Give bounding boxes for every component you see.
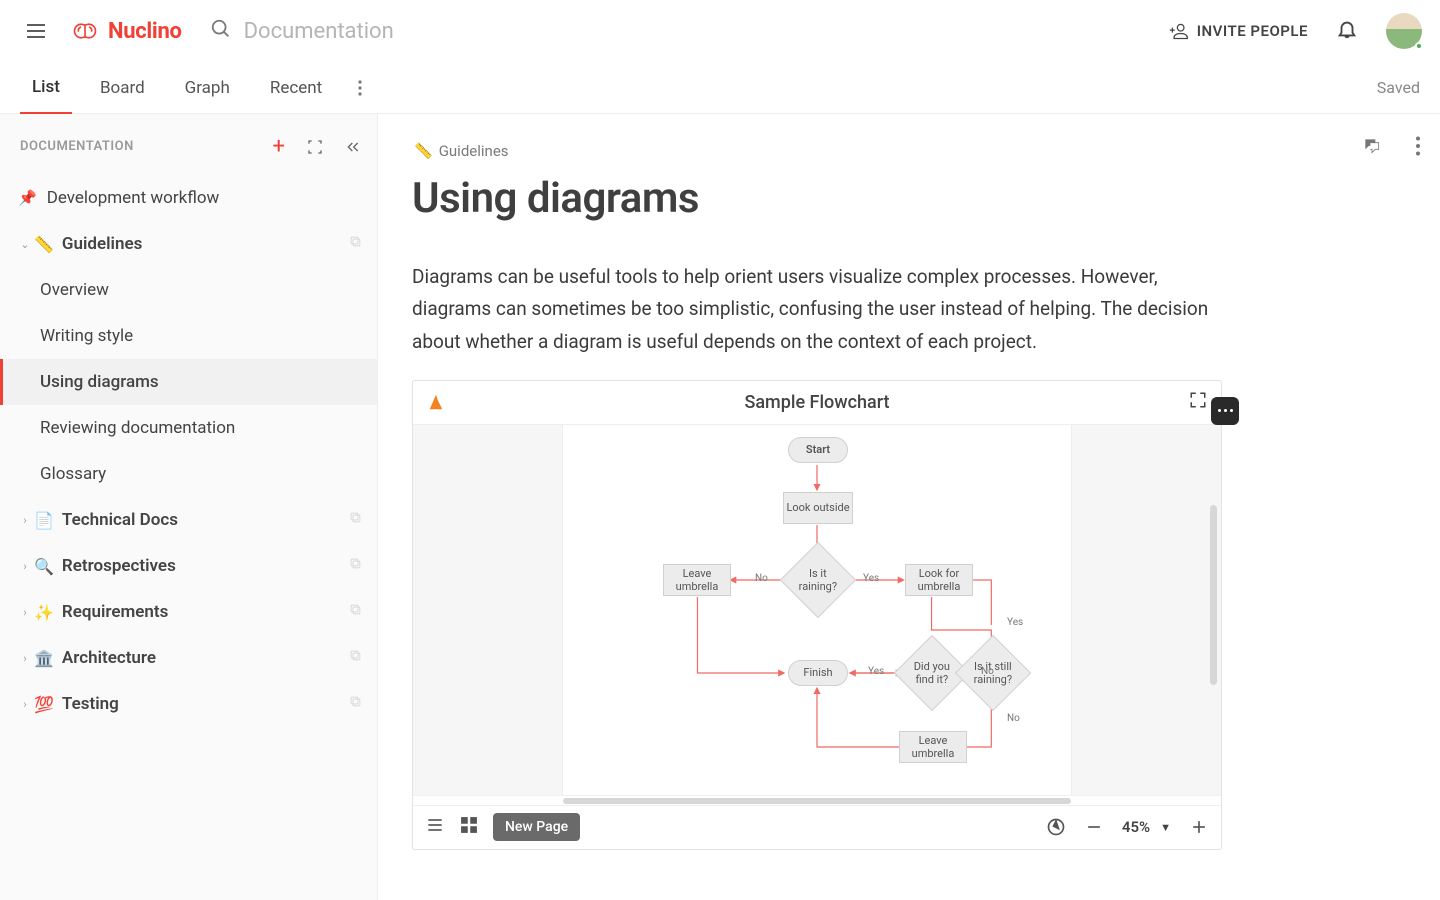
ruler-icon: 📏	[414, 142, 433, 160]
page-more-icon[interactable]	[1408, 136, 1428, 156]
embed-right-gutter	[1071, 425, 1221, 795]
sidebar-group-retrospectives[interactable]: › 🔍 Retrospectives	[0, 543, 377, 589]
copy-icon[interactable]	[348, 648, 363, 668]
sidebar-item-reviewing-documentation[interactable]: Reviewing documentation	[0, 405, 377, 451]
lucidchart-icon	[427, 393, 445, 411]
chevron-right-icon: ›	[18, 652, 32, 665]
zoom-level[interactable]: 45% ▼	[1122, 818, 1171, 836]
diagram-embed: Sample Flowchart	[412, 380, 1222, 850]
copy-icon[interactable]	[348, 510, 363, 530]
fullscreen-icon[interactable]	[1189, 391, 1207, 413]
brand-name: Nuclino	[108, 19, 182, 44]
brain-icon	[70, 16, 100, 46]
page-content: 📏 Guidelines Using diagrams Diagrams can…	[378, 114, 1440, 900]
node-is-raining[interactable]: Is it raining?	[780, 542, 856, 618]
save-status: Saved	[1377, 78, 1420, 97]
sidebar-group-architecture[interactable]: › 🏛️ Architecture	[0, 635, 377, 681]
menu-button[interactable]	[24, 19, 48, 43]
sidebar: DOCUMENTATION + 📌 Development workflow ⌄…	[0, 114, 378, 900]
presence-dot	[1415, 42, 1423, 50]
diagram-canvas[interactable]: Start Look outside Is it raining? Leave …	[563, 425, 1071, 795]
embed-more-button[interactable]	[1211, 397, 1239, 425]
grid-view-icon[interactable]	[459, 815, 479, 839]
view-tabs: List Board Graph Recent Saved	[0, 62, 1440, 114]
search-placeholder: Documentation	[244, 19, 394, 44]
add-person-icon	[1169, 21, 1189, 41]
invite-people-button[interactable]: INVITE PEOPLE	[1169, 21, 1308, 41]
user-avatar[interactable]	[1386, 13, 1422, 49]
embed-left-gutter	[413, 425, 563, 795]
sidebar-heading: DOCUMENTATION	[20, 139, 134, 154]
chevron-right-icon: ›	[18, 514, 32, 527]
node-finish[interactable]: Finish	[788, 660, 848, 686]
zoom-out-icon[interactable]	[1084, 817, 1104, 837]
sidebar-group-testing[interactable]: › 💯 Testing	[0, 681, 377, 727]
expand-icon[interactable]	[307, 139, 323, 155]
search-field[interactable]: Documentation	[210, 18, 394, 44]
chevron-right-icon: ›	[18, 606, 32, 619]
brand-logo[interactable]: Nuclino	[70, 16, 182, 46]
copy-icon[interactable]	[348, 602, 363, 622]
embed-title: Sample Flowchart	[445, 392, 1189, 413]
sidebar-item-glossary[interactable]: Glossary	[0, 451, 377, 497]
tab-board[interactable]: Board	[88, 62, 157, 114]
notifications-button[interactable]	[1336, 18, 1358, 44]
node-look-for-umbrella[interactable]: Look for umbrella	[905, 564, 973, 596]
chevron-down-icon: ⌄	[18, 238, 32, 251]
sidebar-item-writing-style[interactable]: Writing style	[0, 313, 377, 359]
copy-icon[interactable]	[348, 556, 363, 576]
compass-icon[interactable]	[1046, 817, 1066, 837]
sidebar-group-requirements[interactable]: › ✨ Requirements	[0, 589, 377, 635]
sidebar-item-overview[interactable]: Overview	[0, 267, 377, 313]
page-paragraph: Diagrams can be useful tools to help ori…	[412, 261, 1222, 358]
collapse-sidebar-icon[interactable]	[345, 139, 361, 155]
embed-horizontal-scrollbar[interactable]	[413, 795, 1221, 805]
copy-icon[interactable]	[348, 694, 363, 714]
sidebar-group-guidelines[interactable]: ⌄ 📏 Guidelines	[0, 221, 377, 267]
search-icon	[210, 18, 232, 44]
breadcrumb[interactable]: 📏 Guidelines	[414, 142, 1380, 160]
page-title: Using diagrams	[412, 174, 1380, 223]
node-look-outside[interactable]: Look outside	[783, 492, 853, 524]
tabs-more-button[interactable]	[350, 80, 370, 96]
list-view-icon[interactable]	[425, 815, 445, 839]
node-leave-umbrella-2[interactable]: Leave umbrella	[899, 731, 967, 763]
node-leave-umbrella[interactable]: Leave umbrella	[663, 564, 731, 596]
pin-icon: 📌	[18, 189, 37, 207]
chevron-right-icon: ›	[18, 560, 32, 573]
add-item-button[interactable]: +	[273, 134, 285, 159]
sidebar-group-technical-docs[interactable]: › 📄 Technical Docs	[0, 497, 377, 543]
zoom-in-icon[interactable]	[1189, 817, 1209, 837]
sidebar-item-using-diagrams[interactable]: Using diagrams	[0, 359, 377, 405]
pinned-item[interactable]: 📌 Development workflow	[0, 175, 377, 221]
tab-graph[interactable]: Graph	[173, 62, 242, 114]
ruler-icon: 📏	[34, 235, 54, 254]
tab-recent[interactable]: Recent	[258, 62, 334, 114]
new-page-button[interactable]: New Page	[493, 813, 580, 841]
node-start[interactable]: Start	[788, 437, 848, 463]
copy-icon[interactable]	[348, 234, 363, 254]
comments-icon[interactable]	[1362, 136, 1382, 156]
tab-list[interactable]: List	[20, 62, 72, 114]
chevron-right-icon: ›	[18, 698, 32, 711]
